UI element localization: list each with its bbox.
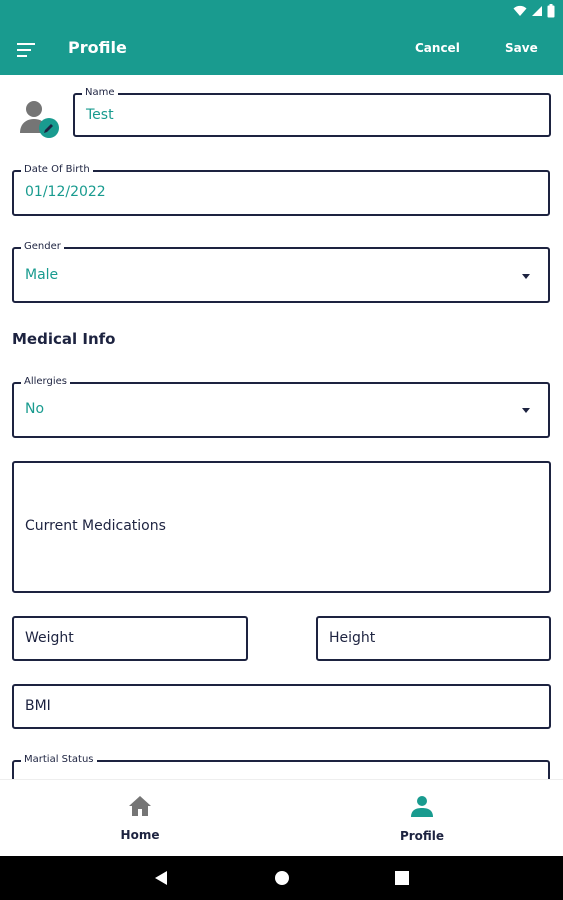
date-of-birth-label: Date Of Birth xyxy=(21,163,93,177)
height-field[interactable]: Height xyxy=(316,616,551,661)
chevron-down-icon xyxy=(522,408,530,413)
date-of-birth-value: 01/12/2022 xyxy=(25,184,106,200)
system-nav-bar xyxy=(0,856,563,900)
name-value: Test xyxy=(86,107,114,123)
bmi-field[interactable]: BMI xyxy=(12,684,551,729)
nav-home[interactable]: Home xyxy=(80,780,200,857)
date-of-birth-field[interactable]: Date Of Birth 01/12/2022 xyxy=(12,163,550,216)
cancel-button[interactable]: Cancel xyxy=(415,41,460,55)
home-circle-icon[interactable] xyxy=(274,870,290,886)
bottom-nav: Home Profile xyxy=(0,779,563,856)
status-bar xyxy=(0,0,563,24)
save-button[interactable]: Save xyxy=(505,41,538,55)
edit-badge-icon xyxy=(39,118,59,138)
recents-icon[interactable] xyxy=(395,871,409,885)
gender-select[interactable]: Gender Male xyxy=(12,240,550,303)
cell-signal-icon xyxy=(532,6,542,16)
home-icon xyxy=(129,796,151,816)
chevron-down-icon xyxy=(522,274,530,279)
avatar-edit-button[interactable] xyxy=(18,99,60,139)
bmi-placeholder: BMI xyxy=(25,698,51,714)
medical-info-heading: Medical Info xyxy=(12,330,116,348)
nav-profile-label: Profile xyxy=(399,829,445,843)
back-icon[interactable] xyxy=(154,870,168,886)
marital-status-select[interactable]: Martial Status xyxy=(12,753,550,779)
allergies-label: Allergies xyxy=(21,375,70,389)
current-medications-placeholder: Current Medications xyxy=(25,518,166,534)
weight-placeholder: Weight xyxy=(25,630,74,646)
allergies-value: No xyxy=(25,401,45,417)
battery-icon xyxy=(547,4,555,18)
app-bar: Profile Cancel Save xyxy=(0,24,563,75)
weight-field[interactable]: Weight xyxy=(12,616,248,661)
height-placeholder: Height xyxy=(329,630,376,646)
nav-home-label: Home xyxy=(120,828,160,842)
wifi-icon xyxy=(513,5,527,16)
name-label: Name xyxy=(82,86,118,100)
name-field[interactable]: Name Test xyxy=(73,86,551,137)
nav-profile[interactable]: Profile xyxy=(362,780,482,857)
status-icons xyxy=(513,4,555,18)
profile-form: Name Test Date Of Birth 01/12/2022 Gende… xyxy=(0,75,563,779)
page-title: Profile xyxy=(68,38,127,57)
gender-value: Male xyxy=(25,267,59,283)
menu-icon[interactable] xyxy=(16,40,38,60)
allergies-select[interactable]: Allergies No xyxy=(12,375,550,438)
gender-label: Gender xyxy=(21,240,64,254)
person-icon xyxy=(411,796,433,817)
marital-status-label: Martial Status xyxy=(21,753,97,767)
current-medications-field[interactable]: Current Medications xyxy=(12,461,551,593)
